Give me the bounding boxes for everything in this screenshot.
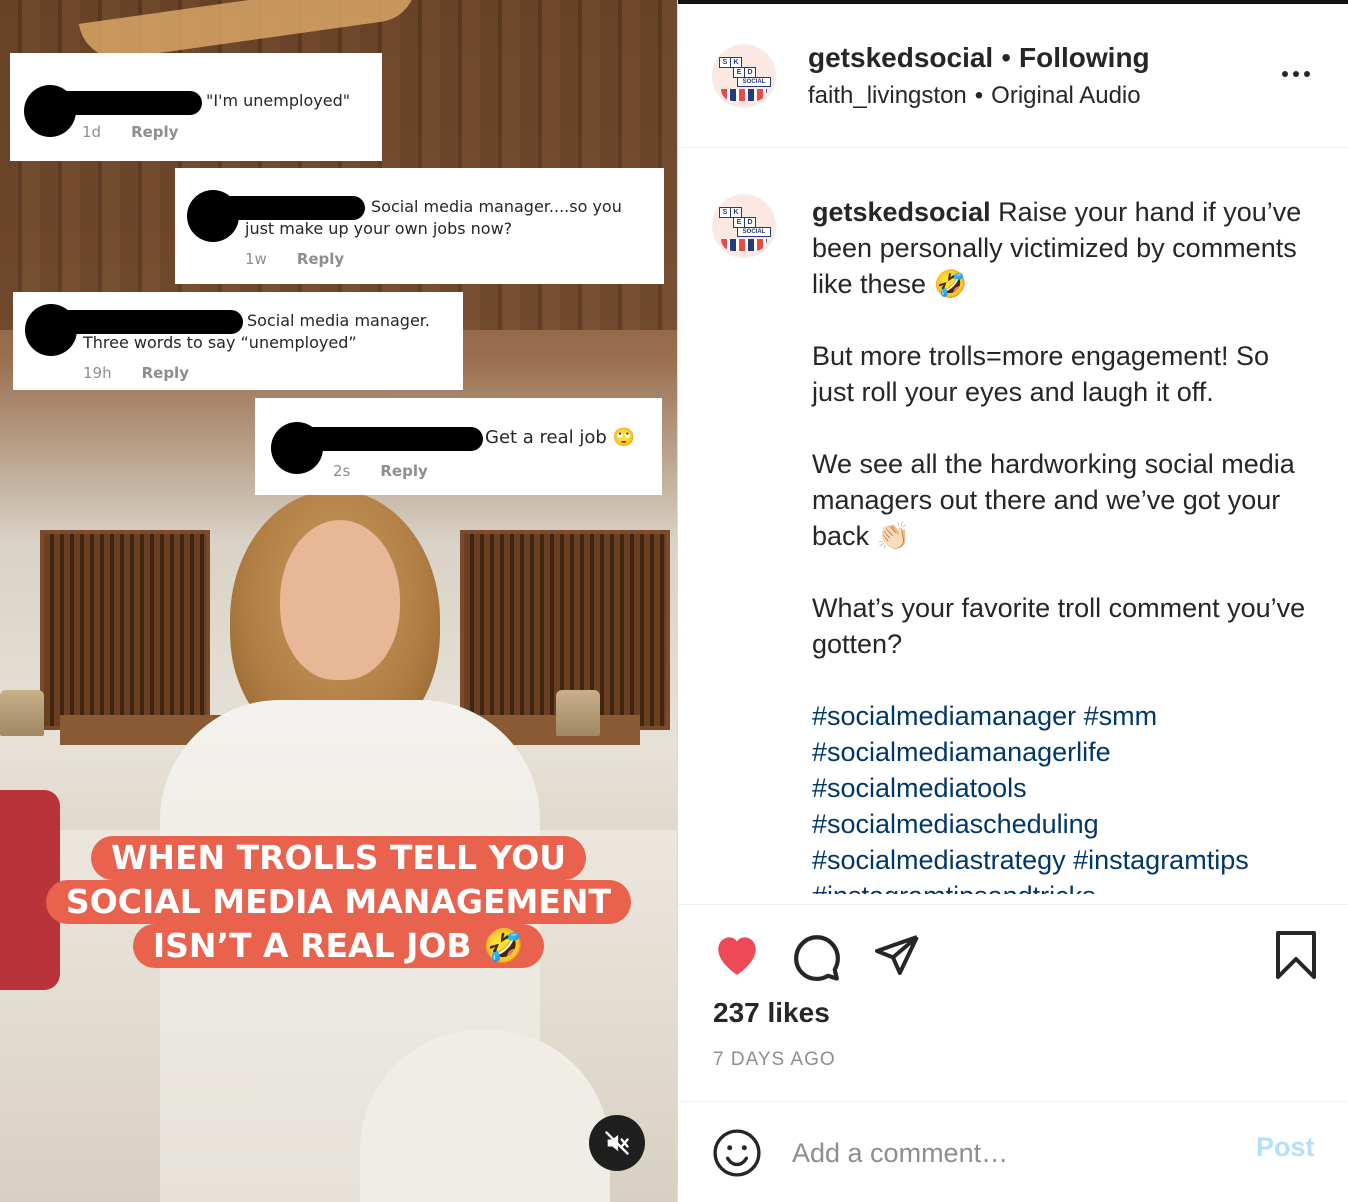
overlay-line: WHEN TROLLS TELL YOU [90,836,587,880]
caption-paragraph: What’s your favorite troll comment you’v… [812,593,1306,659]
troll-comment-card: Social media manager....so you just make… [175,168,664,284]
redacted-username [52,91,202,115]
caption-paragraph: But more trolls=more engagement! So just… [812,341,1269,407]
caption-scroll-area[interactable]: S K E D SOCIAL getskedsocial Raise your … [678,148,1348,894]
reel-video[interactable]: "I'm unemployed" 1d Reply Social media ma… [0,0,677,1202]
troll-comment-card: Get a real job 🙄 2s Reply [255,398,662,495]
save-button[interactable] [1272,929,1320,986]
post-timestamp: 7 DAYS AGO [713,1049,836,1070]
speaker-muted-icon [605,1131,629,1155]
troll-comment-text-line2: just make up your own jobs now? [245,219,513,238]
troll-comment-text: "I'm unemployed" [206,91,351,110]
caption-paragraph: We see all the hardworking social media … [812,449,1295,551]
likes-count[interactable]: 237 likes [713,997,830,1029]
header-username[interactable]: getskedsocial [808,42,993,73]
troll-comment-meta: 19h Reply [83,364,189,382]
comment-reply: Reply [141,364,189,382]
separator: • [974,82,984,109]
share-button[interactable] [872,931,922,984]
tagged-user[interactable]: faith_livingston [808,82,967,109]
caption-hashtags[interactable]: #socialmediamanager #smm #socialmediaman… [812,698,1312,894]
troll-comment-text: Get a real job 🙄 [485,427,635,448]
post-header: S K E D SOCIAL getskedsocial • Following f… [678,4,1348,148]
caption-username[interactable]: getskedsocial [812,197,991,227]
dot-icon [1304,71,1310,77]
video-background-panel [40,530,210,730]
avatar[interactable]: S K E D SOCIAL [712,44,776,108]
post-actions: 237 likes 7 DAYS AGO Post [678,904,1348,1202]
audio-link[interactable]: Original Audio [991,82,1140,109]
comment-reply: Reply [380,462,428,480]
comment-reply: Reply [296,250,345,268]
troll-comment-meta: 1w Reply [245,250,344,268]
comment-form: Post [678,1101,1348,1202]
comment-time: 1d [82,123,102,141]
redacted-username [53,310,243,334]
post-comment-button[interactable]: Post [1256,1132,1315,1163]
avatar-logo-block: SOCIAL [737,77,771,87]
emoji-button[interactable] [712,1128,762,1183]
comment-reply: Reply [131,123,179,141]
dot-icon [1282,71,1288,77]
avatar-logo-block: SOCIAL [737,227,771,237]
comment-input[interactable] [792,1128,1232,1178]
like-button[interactable] [712,931,762,982]
dot-icon [1293,71,1299,77]
mute-toggle-button[interactable] [589,1115,645,1171]
troll-comment-text: Social media manager....so you [371,197,622,216]
overlay-line: SOCIAL MEDIA MANAGEMENT [45,880,632,924]
troll-comment-meta: 2s Reply [333,462,428,480]
paper-plane-icon [875,935,919,975]
avatar[interactable]: S K E D SOCIAL [712,194,776,258]
video-background-lamp [556,690,600,736]
comment-time: 2s [333,462,351,480]
more-options-button[interactable] [1282,64,1318,84]
video-overlay-text: WHEN TROLLS TELL YOU SOCIAL MEDIA MANAGE… [0,836,677,968]
avatar-logo-dots [721,239,767,251]
header-user-line: getskedsocial • Following [808,42,1150,74]
smiley-icon [713,1129,761,1177]
overlay-line: ISN’T A REAL JOB 🤣 [132,924,545,968]
video-person-face [280,520,400,680]
troll-comment-text-line2: Three words to say “unemployed” [83,333,357,352]
redacted-username [299,427,483,451]
follow-status-button[interactable]: Following [1019,42,1150,73]
comment-time: 1w [245,250,267,268]
video-background-lamp [0,690,44,736]
speech-bubble-icon [794,935,840,981]
troll-comment-card: "I'm unemployed" 1d Reply [10,53,382,161]
post-sidebar: S K E D SOCIAL getskedsocial • Following f… [677,0,1348,1202]
bookmark-icon [1276,931,1316,979]
redacted-username [215,196,365,220]
comment-button[interactable] [792,931,842,986]
heart-icon [718,937,756,975]
comment-time: 19h [83,364,112,382]
header-sub-line: faith_livingston • Original Audio [808,82,1141,110]
post-caption: getskedsocial Raise your hand if you’ve … [812,194,1312,894]
avatar-logo-dots [721,89,767,101]
troll-comment-meta: 1d Reply [82,123,178,141]
caption-paragraph: getskedsocial Raise your hand if you’ve … [812,194,1312,302]
troll-comment-card: Social media manager. Three words to say… [13,292,463,390]
troll-comment-text: Social media manager. [247,311,430,330]
separator: • [1001,42,1012,73]
